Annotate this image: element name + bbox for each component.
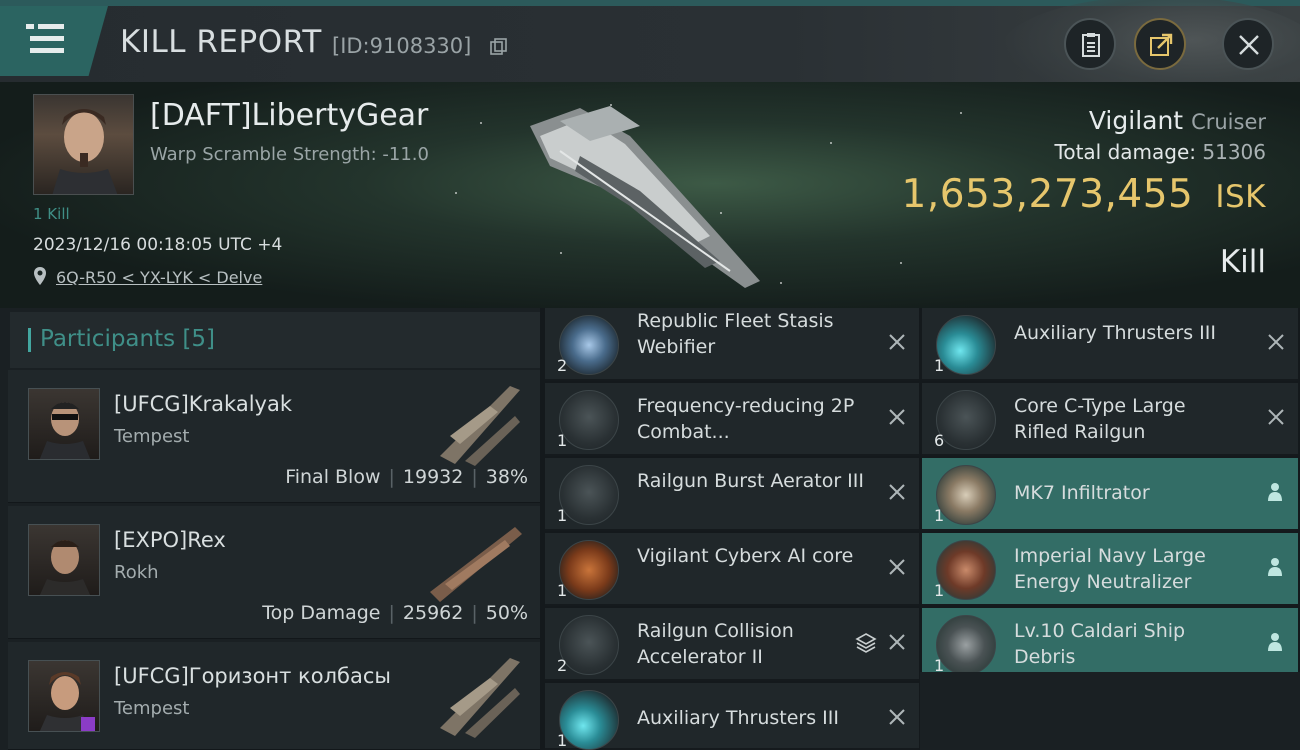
participant-avatar — [28, 660, 100, 732]
item-row[interactable]: 2 Railgun Collision Accelerator II — [545, 608, 919, 681]
item-row[interactable]: 1 Auxiliary Thrusters III — [545, 683, 919, 750]
ai-core-icon — [559, 540, 619, 600]
close-icon[interactable] — [887, 332, 907, 352]
empty-slot-area — [920, 672, 1300, 750]
result-label: Kill — [1219, 244, 1266, 280]
participant-row[interactable]: [EXPO]Rex Rokh Top Damage | 25962 | 50% — [8, 506, 540, 639]
warp-scramble-strength: Warp Scramble Strength: -11.0 — [150, 144, 429, 165]
participant-ship-icon — [440, 386, 520, 466]
item-row[interactable]: 2 Republic Fleet Stasis Webifier — [545, 308, 919, 381]
close-icon[interactable] — [1266, 332, 1286, 352]
drone-icon — [936, 465, 996, 525]
kill-location-link[interactable]: 6Q-R50 < YX-LYK < Delve — [56, 268, 262, 287]
person-icon — [1268, 483, 1282, 501]
thruster-icon — [936, 315, 996, 375]
share-button[interactable] — [1134, 18, 1186, 70]
victim-avatar[interactable] — [33, 94, 134, 195]
close-icon[interactable] — [1266, 407, 1286, 427]
participant-row[interactable]: [UFCG]Krakalyak Tempest Final Blow | 19932… — [8, 370, 540, 503]
total-damage-value: 51306 — [1202, 140, 1266, 164]
page-title: KILL REPORT — [120, 24, 322, 60]
kill-count: 1 Kill — [33, 205, 70, 223]
kill-id: [ID:9108330] — [332, 34, 472, 58]
item-row[interactable]: 1 Auxiliary Thrusters III — [922, 308, 1298, 381]
close-icon[interactable] — [887, 557, 907, 577]
item-row[interactable]: 1 Railgun Burst Aerator III — [545, 458, 919, 531]
item-name: Core C-Type Large Rifled Railgun — [1014, 395, 1186, 443]
item-name: Auxiliary Thrusters III — [637, 707, 839, 729]
participant-ship: Tempest — [114, 426, 190, 447]
railgun-accelerator-icon — [559, 615, 619, 675]
participant-row[interactable]: [UFCG]Горизонт колбасы Tempest — [8, 642, 540, 750]
close-icon[interactable] — [887, 407, 907, 427]
victim-ship[interactable]: Vigilant Cruiser — [1089, 106, 1266, 135]
clipboard-icon — [1082, 33, 1100, 57]
item-name: Lv.10 Caldari Ship Debris — [1014, 620, 1186, 668]
item-name: Republic Fleet Stasis Webifier — [637, 310, 834, 358]
item-row[interactable]: 1 Lv.10 Caldari Ship Debris — [922, 608, 1298, 681]
participant-name: [EXPO]Rex — [114, 528, 226, 552]
thruster-icon — [559, 690, 619, 750]
menu-icon — [26, 24, 34, 29]
participant-ship-icon — [430, 527, 522, 602]
close-icon — [1239, 35, 1259, 55]
item-row[interactable]: 6 Core C-Type Large Rifled Railgun — [922, 383, 1298, 456]
participant-name: [UFCG]Krakalyak — [114, 392, 292, 416]
close-button[interactable] — [1222, 18, 1274, 70]
copy-icon[interactable] — [490, 38, 508, 56]
participant-ship-icon — [440, 658, 520, 738]
item-name: Frequency-reducing 2P Combat... — [637, 395, 855, 443]
railgun-aerator-icon — [559, 465, 619, 525]
participant-avatar — [28, 524, 100, 596]
participant-ship: Tempest — [114, 698, 190, 719]
ship-debris-icon — [936, 615, 996, 675]
participant-name: [UFCG]Горизонт колбасы — [114, 664, 391, 688]
layers-icon — [855, 633, 877, 653]
item-row[interactable]: 1 Vigilant Cyberx AI core — [545, 533, 919, 606]
railgun-icon — [936, 390, 996, 450]
item-name: MK7 Infiltrator — [1014, 482, 1150, 504]
combat-module-icon — [559, 390, 619, 450]
participant-stats: Final Blow | 19932 | 38% — [285, 466, 528, 488]
victim-name[interactable]: [DAFT]LibertyGear — [150, 98, 428, 133]
total-damage: Total damage: 51306 — [1054, 140, 1266, 164]
participant-ship: Rokh — [114, 562, 159, 583]
item-name: Railgun Burst Aerator III — [637, 470, 864, 492]
person-icon — [1268, 558, 1282, 576]
share-icon — [1150, 33, 1173, 56]
kill-datetime: 2023/12/16 00:18:05 UTC +4 — [33, 235, 283, 255]
isk-value: 1,653,273,455 ISK — [901, 172, 1266, 217]
victim-ship-name: Vigilant — [1088, 106, 1184, 135]
person-icon — [1268, 633, 1282, 651]
stasis-webifier-icon — [559, 315, 619, 375]
close-icon[interactable] — [887, 632, 907, 652]
victim-ship-class: Cruiser — [1191, 110, 1266, 134]
item-row[interactable]: 1 Frequency-reducing 2P Combat... — [545, 383, 919, 456]
close-icon[interactable] — [887, 707, 907, 727]
item-name: Imperial Navy Large Energy Neutralizer — [1014, 545, 1206, 593]
item-name: Vigilant Cyberx AI core — [637, 545, 854, 567]
location-pin-icon — [34, 267, 46, 285]
energy-neutralizer-icon — [936, 540, 996, 600]
participant-stats: Top Damage | 25962 | 50% — [262, 602, 528, 624]
item-name: Auxiliary Thrusters III — [1014, 322, 1216, 344]
victim-ship-image — [530, 106, 760, 288]
close-icon[interactable] — [887, 482, 907, 502]
item-row[interactable]: 1 MK7 Infiltrator — [922, 458, 1298, 531]
participant-avatar — [28, 388, 100, 460]
clipboard-button[interactable] — [1064, 18, 1116, 70]
item-row[interactable]: 1 Imperial Navy Large Energy Neutralizer — [922, 533, 1298, 606]
kill-report-window: { "header": { "title": "KILL REPORT", "k… — [0, 0, 1300, 750]
participants-header: Participants [5] — [10, 312, 540, 368]
item-name: Railgun Collision Accelerator II — [637, 620, 794, 668]
